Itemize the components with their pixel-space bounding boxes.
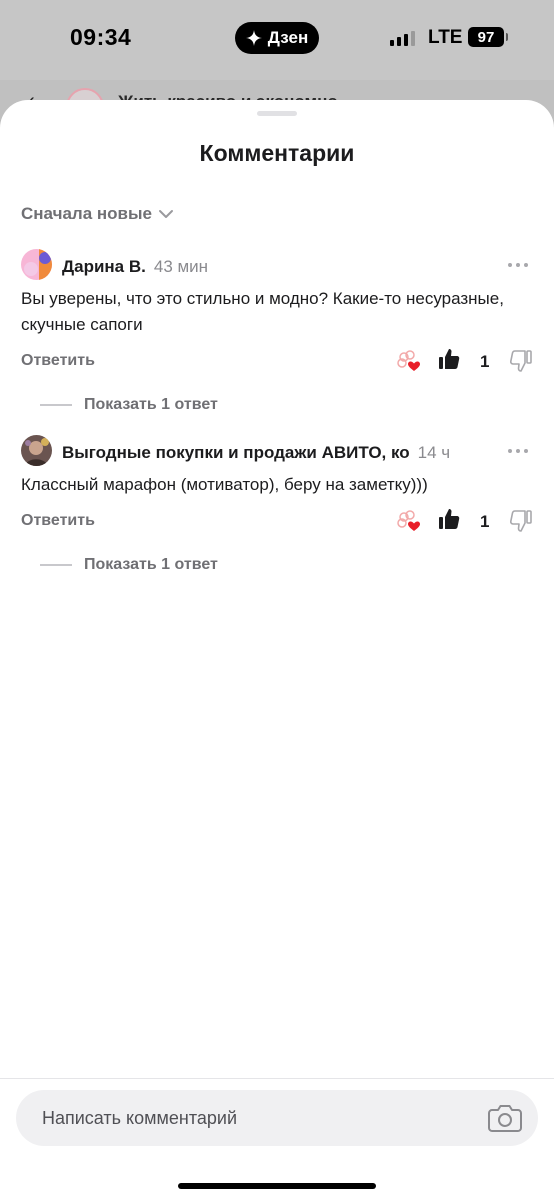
comment-text: Классный марафон (мотиватор), беру на за… [21,475,428,494]
comments-sheet: Комментарии Сначала новые Дарина В. 43 ми… [0,100,554,1200]
battery-level: 97 [477,28,495,46]
show-replies-button[interactable]: Показать 1 ответ [40,396,218,414]
sort-label: Сначала новые [21,204,152,223]
comment-author[interactable]: Выгодные покупки и продажи АВИТО, ко [62,443,410,462]
show-replies-label: Показать 1 ответ [84,556,218,573]
show-replies-button[interactable]: Показать 1 ответ [40,556,218,574]
avatar[interactable] [21,249,52,280]
comment-time: 14 ч [417,443,451,462]
more-icon[interactable] [508,449,528,453]
thumb-down-icon[interactable] [509,349,533,373]
thumb-down-icon[interactable] [509,509,533,533]
comment-text: Вы уверены, что это стильно и модно? Как… [21,289,504,334]
comment-item: Дарина В. 43 мин Вы уверены, что это стил… [0,248,554,413]
comment-input[interactable]: Написать комментарий [16,1090,538,1146]
thread-line [40,564,72,566]
thumb-up-icon[interactable] [437,507,461,531]
avatar[interactable] [21,435,52,466]
comment-input-placeholder: Написать комментарий [42,1108,238,1128]
sheet-title: Комментарии [199,140,355,166]
show-replies-label: Показать 1 ответ [84,396,218,413]
home-indicator[interactable] [178,1183,376,1189]
comment-item: Выгодные покупки и продажи АВИТО, ко 14 ч… [0,434,554,584]
chevron-down-icon [158,210,173,218]
like-count: 1 [480,352,490,371]
thumb-up-icon[interactable] [437,347,461,371]
signal-icon [390,31,415,46]
reply-button[interactable]: Ответить [21,512,95,530]
reply-button[interactable]: Ответить [21,352,95,370]
comment-time: 43 мин [153,257,209,276]
more-icon[interactable] [508,263,528,267]
comment-author[interactable]: Дарина В. [62,257,146,276]
composer-divider [0,1078,554,1079]
reaction-icon[interactable] [396,349,422,375]
status-time: 09:34 [70,24,132,50]
battery-icon: 97 [468,27,508,47]
thread-line [40,404,72,406]
sparkle-icon [245,30,262,46]
reaction-icon[interactable] [396,509,422,535]
sort-dropdown[interactable]: Сначала новые [21,204,174,224]
camera-icon[interactable] [488,1103,522,1133]
status-bar: 09:34 Дзен LTE 97 [0,0,554,80]
network-type: LTE [428,27,463,48]
dzen-pill[interactable]: Дзен [235,22,319,54]
like-count: 1 [480,512,490,531]
dzen-pill-label: Дзен [267,28,309,47]
sheet-grabber[interactable] [257,111,297,116]
